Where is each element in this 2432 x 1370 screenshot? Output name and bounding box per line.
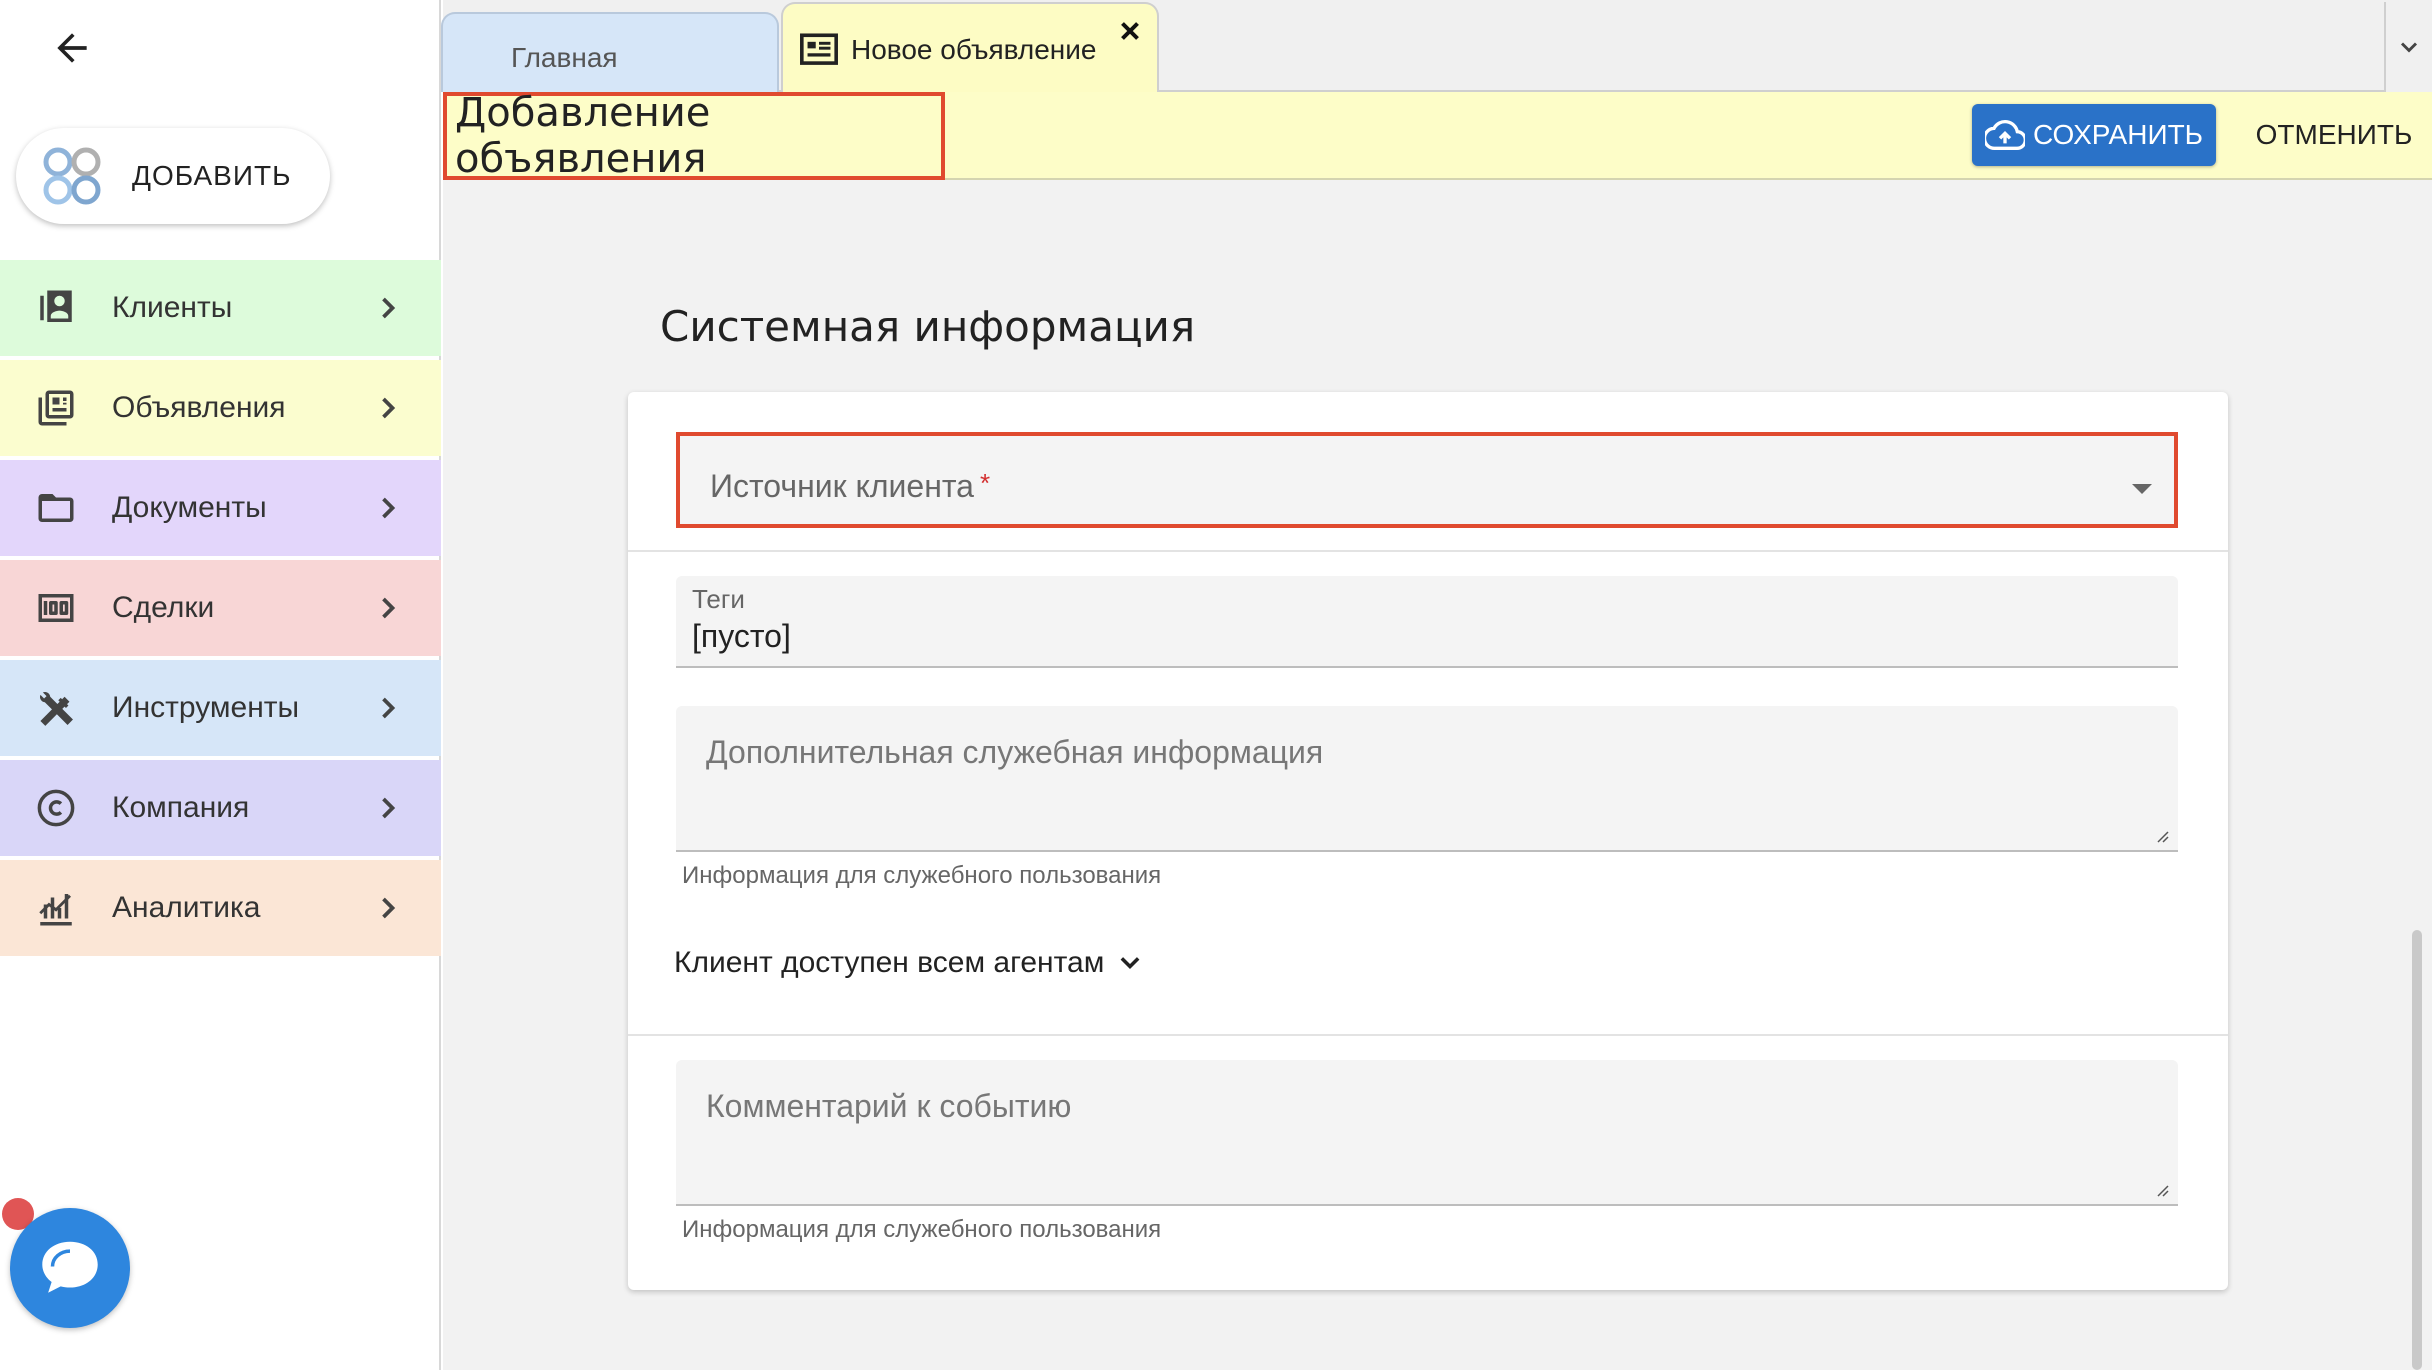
divider	[628, 1034, 2228, 1036]
analytics-icon	[34, 886, 78, 930]
sidebar: ДОБАВИТЬ Клиенты Объявления Документы Сд…	[0, 0, 441, 1370]
sidebar-item-tools[interactable]: Инструменты	[0, 660, 441, 756]
app-logo-icon	[43, 147, 101, 205]
client-source-label: Источник клиента *	[710, 468, 991, 504]
cancel-button[interactable]: ОТМЕНИТЬ	[2244, 104, 2424, 166]
scrollbar[interactable]	[2412, 930, 2422, 1370]
tags-label: Теги	[692, 584, 745, 614]
chat-button[interactable]	[10, 1208, 130, 1328]
back-button[interactable]	[44, 20, 100, 76]
extra-info-hint: Информация для служебного пользования	[682, 862, 1162, 889]
sidebar-item-analytics[interactable]: Аналитика	[0, 860, 441, 956]
comment-textarea[interactable]: Комментарий к событию	[676, 1060, 2178, 1206]
add-button-label: ДОБАВИТЬ	[132, 160, 292, 191]
listing-icon	[34, 386, 78, 430]
sidebar-item-label: Документы	[112, 491, 267, 524]
tools-icon	[34, 686, 78, 730]
tab-home-label: Главная	[511, 42, 618, 73]
chevron-down-icon	[2400, 42, 2418, 53]
folder-icon	[34, 486, 78, 530]
comment-hint: Информация для служебного пользования	[682, 1216, 1162, 1243]
sidebar-item-label: Компания	[112, 791, 250, 824]
tab-new-listing-label: Новое объявление	[851, 34, 1097, 65]
sidebar-item-label: Клиенты	[112, 291, 233, 324]
resize-handle-icon[interactable]	[2152, 1180, 2170, 1198]
chevron-down-icon	[1120, 957, 1140, 969]
close-icon[interactable]	[1115, 16, 1145, 46]
sidebar-item-clients[interactable]: Клиенты	[0, 260, 441, 356]
add-button[interactable]: ДОБАВИТЬ	[16, 128, 330, 224]
chevron-right-icon	[382, 397, 396, 419]
section-title: Системная информация	[660, 302, 1196, 351]
tags-value: [пусто]	[692, 618, 791, 654]
resize-handle-icon[interactable]	[2152, 826, 2170, 844]
sidebar-item-deals[interactable]: Сделки	[0, 560, 441, 656]
sidebar-item-label: Сделки	[112, 591, 215, 624]
chevron-right-icon	[382, 597, 396, 619]
tabs-overflow-button[interactable]	[2384, 2, 2432, 92]
required-mark: *	[979, 468, 991, 498]
copyright-icon	[34, 786, 78, 830]
sidebar-nav: Клиенты Объявления Документы Сделки Инст…	[0, 260, 441, 960]
sidebar-item-label: Инструменты	[112, 691, 300, 724]
chevron-right-icon	[382, 297, 396, 319]
listing-tab-icon	[800, 33, 838, 65]
chat-bubble-icon	[42, 1241, 98, 1293]
chevron-right-icon	[382, 697, 396, 719]
tab-home[interactable]: Главная	[441, 12, 779, 92]
sidebar-item-company[interactable]: Компания	[0, 760, 441, 856]
tab-new-listing[interactable]: Новое объявление	[781, 2, 1159, 94]
save-button-label: СОХРАНИТЬ	[2032, 119, 2204, 150]
arrow-left-icon	[57, 33, 87, 63]
agents-access-label: Клиент доступен всем агентам	[674, 946, 1105, 979]
money-icon	[34, 586, 78, 630]
sidebar-item-label: Объявления	[112, 391, 286, 424]
chevron-right-icon	[382, 897, 396, 919]
chevron-right-icon	[382, 497, 396, 519]
agents-access-toggle[interactable]: Клиент доступен всем агентам	[674, 946, 1144, 980]
sidebar-item-listings[interactable]: Объявления	[0, 360, 441, 456]
page-title: Добавление объявления	[443, 90, 945, 182]
tags-field[interactable]: Теги [пусто]	[676, 576, 2178, 668]
sidebar-item-label: Аналитика	[112, 891, 261, 924]
divider	[628, 550, 2228, 552]
dropdown-arrow-icon	[2132, 484, 2152, 494]
chevron-right-icon	[382, 797, 396, 819]
extra-info-placeholder: Дополнительная служебная информация	[706, 734, 1324, 770]
client-card-icon	[34, 286, 78, 330]
sidebar-item-documents[interactable]: Документы	[0, 460, 441, 556]
save-button[interactable]: СОХРАНИТЬ	[1972, 104, 2216, 166]
client-source-select[interactable]: Источник клиента *	[676, 432, 2178, 528]
comment-placeholder: Комментарий к событию	[706, 1088, 1072, 1124]
extra-info-textarea[interactable]: Дополнительная служебная информация	[676, 706, 2178, 852]
cloud-upload-icon	[1984, 119, 2025, 150]
